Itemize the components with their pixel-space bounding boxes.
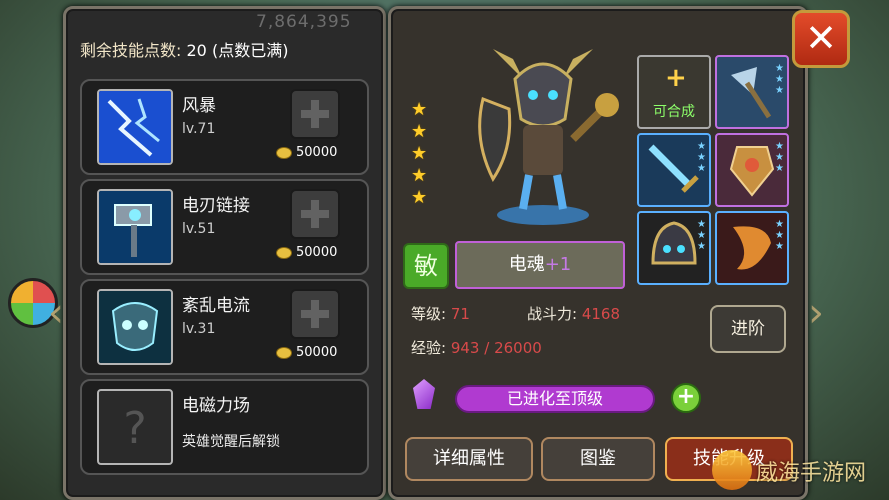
level-value: 71: [450, 305, 470, 323]
upgrade-skill-button[interactable]: [290, 189, 340, 239]
skill-points-label: 剩余技能点数:: [80, 41, 182, 60]
upgrade-skill-button[interactable]: [290, 289, 340, 339]
skill-cost: 50000: [276, 245, 337, 260]
skill-row: 紊乱电流 lv.31 50000: [80, 279, 369, 375]
star-icon: ★: [411, 143, 428, 164]
skill-points: 剩余技能点数: 20 (点数已满): [80, 37, 288, 61]
hammer-skill-icon: [97, 189, 173, 265]
skill-cost: 50000: [276, 145, 337, 160]
star-icon: ★: [411, 165, 428, 186]
skill-cost-value: 50000: [296, 345, 338, 360]
skill-name: 电磁力场: [182, 396, 250, 416]
craftable-label: 可合成: [653, 104, 695, 120]
equipment-stars: ★ ★ ★: [775, 141, 784, 174]
axe-equipment-slot[interactable]: ★ ★ ★: [715, 55, 789, 129]
exp-value: 943 / 26000: [450, 339, 542, 357]
skill-level: lv.51: [182, 221, 216, 237]
gold-coin-icon: [276, 246, 292, 259]
exp-stat: 经验: 943 / 26000: [411, 337, 542, 358]
equipment-stars: ★ ★ ★: [697, 141, 706, 174]
hero-name-plate: 电魂+1: [455, 241, 625, 289]
upgrade-skill-button[interactable]: [290, 89, 340, 139]
purple-gem-icon: [413, 379, 435, 409]
equipment-stars: ★ ★ ★: [775, 63, 784, 96]
power-label: 战斗力:: [527, 305, 578, 323]
chaotic-current-skill-icon: [97, 289, 173, 365]
advance-button[interactable]: 进阶: [710, 305, 786, 353]
power-value: 4168: [581, 305, 621, 323]
skill-name: 电刃链接: [182, 196, 250, 216]
prev-arrow-icon[interactable]: ‹: [48, 290, 64, 336]
hero-panel: ★ ★ ★ ★ ★ + 可合成 ★★★ ★★★ ★★★ ★★★: [388, 6, 808, 500]
level-stat: 等级: 71: [411, 303, 470, 324]
equipment-stars: ★ ★ ★: [697, 219, 706, 252]
shield-equipment-slot[interactable]: ★ ★ ★: [715, 133, 789, 207]
hero-name: 电魂: [508, 254, 545, 275]
agility-class-badge: 敏: [403, 243, 449, 289]
skill-level: lv.31: [182, 321, 216, 337]
star-icon: ★: [411, 121, 428, 142]
hero-portrait: [478, 49, 619, 225]
watermark-text: 威海手游网: [756, 461, 867, 486]
craftable-equipment-slot[interactable]: + 可合成: [637, 55, 711, 129]
evolve-plus-button[interactable]: +: [671, 383, 701, 413]
level-label: 等级:: [411, 305, 447, 323]
next-arrow-icon[interactable]: ›: [808, 290, 824, 336]
skill-cost-value: 50000: [296, 245, 338, 260]
skill-points-value: 20 (点数已满): [186, 41, 289, 60]
skill-name: 紊乱电流: [182, 296, 250, 316]
svg-text:?: ?: [123, 403, 146, 454]
exp-label: 经验:: [411, 339, 447, 357]
gold-coin-icon: [276, 146, 292, 159]
star-icon: ★: [411, 187, 428, 208]
hero-name-bonus: +1: [544, 254, 572, 275]
tab-details[interactable]: 详细属性: [405, 437, 533, 481]
hero-stars: ★ ★ ★ ★ ★: [411, 99, 427, 209]
sword-equipment-slot[interactable]: ★ ★ ★: [637, 133, 711, 207]
plus-icon: +: [665, 63, 687, 93]
locked-skill-row: ? 电磁力场 英雄觉醒后解锁: [80, 379, 369, 475]
equipment-stars: ★ ★ ★: [775, 219, 784, 252]
cloak-equipment-slot[interactable]: ★ ★ ★: [715, 211, 789, 285]
question-mark-icon: ?: [97, 389, 173, 465]
close-button[interactable]: ✕: [792, 10, 850, 68]
watermark-logo-icon: [712, 450, 752, 490]
helmet-equipment-slot[interactable]: ★ ★ ★: [637, 211, 711, 285]
skill-row: 电刃链接 lv.51 50000: [80, 179, 369, 275]
evolution-status-bar: 已进化至顶级: [455, 385, 655, 413]
tab-codex[interactable]: 图鉴: [541, 437, 655, 481]
skill-panel: 7,864,395 剩余技能点数: 20 (点数已满) 风暴 lv.71 500…: [63, 6, 386, 500]
skill-level: lv.71: [182, 121, 216, 137]
skill-cost: 50000: [276, 345, 337, 360]
star-icon: ★: [411, 99, 428, 120]
storm-skill-icon: [97, 89, 173, 165]
skill-row: 风暴 lv.71 50000: [80, 79, 369, 175]
unlock-hint: 英雄觉醒后解锁: [182, 434, 280, 450]
skill-name: 风暴: [182, 96, 216, 116]
skill-cost-value: 50000: [296, 145, 338, 160]
power-stat: 战斗力: 4168: [527, 303, 620, 324]
gold-coin-icon: [276, 346, 292, 359]
faint-gold-readout: 7,864,395: [256, 12, 352, 32]
